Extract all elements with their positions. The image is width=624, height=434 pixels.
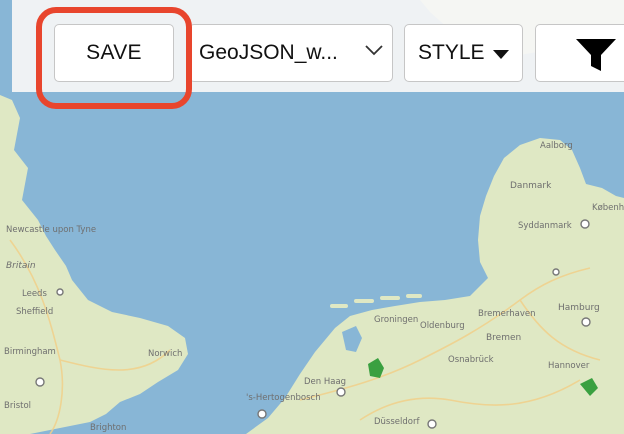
label-leeds: Leeds [22, 289, 47, 299]
label-bristol: Bristol [4, 401, 31, 411]
label-newcastle: Newcastle upon Tyne [6, 225, 96, 235]
label-denhaag: Den Haag [304, 377, 346, 387]
chevron-down-icon [365, 45, 383, 56]
filter-button[interactable] [535, 24, 624, 82]
label-britain: Britain [6, 261, 36, 271]
label-sheffield: Sheffield [16, 307, 53, 317]
style-button[interactable]: STYLE [404, 24, 523, 82]
label-brighton: Brighton [90, 423, 126, 433]
caret-down-icon [493, 50, 509, 59]
label-hamburg: Hamburg [558, 303, 600, 313]
label-dusseldorf: Düsseldorf [374, 417, 420, 427]
label-norwich: Norwich [148, 349, 182, 359]
layer-select[interactable]: GeoJSON_w... [189, 24, 393, 82]
style-label: STYLE [418, 41, 485, 64]
label-bremen: Bremen [486, 333, 521, 343]
save-button[interactable]: SAVE [54, 24, 174, 82]
filter-icon [576, 39, 616, 71]
label-birmingham: Birmingham [4, 347, 56, 357]
label-groningen: Groningen [374, 315, 418, 325]
label-syddanmark: Syddanmark [518, 221, 572, 231]
label-aalborg: Aalborg [540, 141, 573, 151]
label-hertogenbosch: 's-Hertogenbosch [246, 393, 321, 403]
label-hannover: Hannover [548, 361, 590, 371]
label-oldenburg: Oldenburg [420, 321, 465, 331]
label-bremerhaven: Bremerhaven [478, 309, 535, 319]
layer-select-value: GeoJSON_w... [199, 41, 338, 64]
label-danmark: Danmark [510, 181, 552, 191]
label-osnabruck: Osnabrück [448, 355, 494, 365]
label-kobenhavn: København [592, 203, 624, 213]
